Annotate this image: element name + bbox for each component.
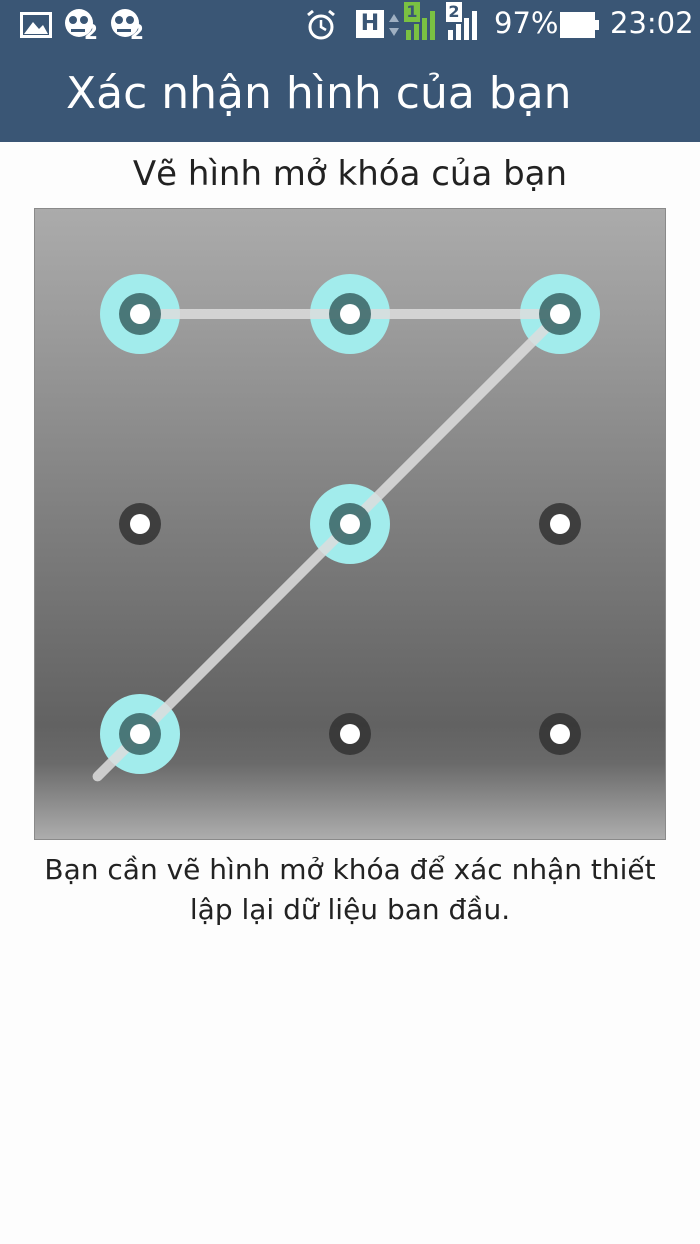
alarm-clock-icon xyxy=(307,9,335,40)
pattern-dot-8[interactable] xyxy=(329,713,371,755)
sim2-label: 2 xyxy=(446,2,462,22)
pattern-dot-9[interactable] xyxy=(539,713,581,755)
gallery-icon xyxy=(20,12,52,38)
description-text: Bạn cần vẽ hình mở khóa để xác nhận thiế… xyxy=(20,850,680,930)
status-bar: 2 2 H 1 2 97% 23:02 xyxy=(0,0,700,50)
description-line-1: Bạn cần vẽ hình mở khóa để xác nhận thiế… xyxy=(44,853,656,886)
battery-icon xyxy=(560,12,599,38)
zombie-badge: 2 xyxy=(130,20,144,44)
instruction-text: Vẽ hình mở khóa của bạn xyxy=(132,154,568,194)
network-type-label: H xyxy=(360,11,380,36)
zombie-badge: 2 xyxy=(84,20,98,44)
sim1-label: 1 xyxy=(404,2,420,22)
header: 2 2 H 1 2 97% 23:02 Xác nhận hình của bạ… xyxy=(0,0,700,142)
description-line-2: lập lại dữ liệu ban đầu. xyxy=(189,893,511,926)
pattern-dot-3[interactable] xyxy=(539,293,581,335)
pattern-dot-1[interactable] xyxy=(119,293,161,335)
pattern-dot-2[interactable] xyxy=(329,293,371,335)
pattern-lock-pad[interactable] xyxy=(34,208,666,840)
pattern-dot-4[interactable] xyxy=(119,503,161,545)
pattern-path xyxy=(92,309,565,782)
data-activity-icon xyxy=(389,14,399,36)
clock: 23:02 xyxy=(610,6,694,40)
pattern-dot-7[interactable] xyxy=(119,713,161,755)
pattern-dot-6[interactable] xyxy=(539,503,581,545)
pattern-canvas[interactable] xyxy=(35,209,666,840)
pattern-dot-5[interactable] xyxy=(329,503,371,545)
battery-level: 97% xyxy=(494,6,559,40)
h-network-icon: H xyxy=(356,10,384,38)
page-title: Xác nhận hình của bạn xyxy=(66,68,572,119)
